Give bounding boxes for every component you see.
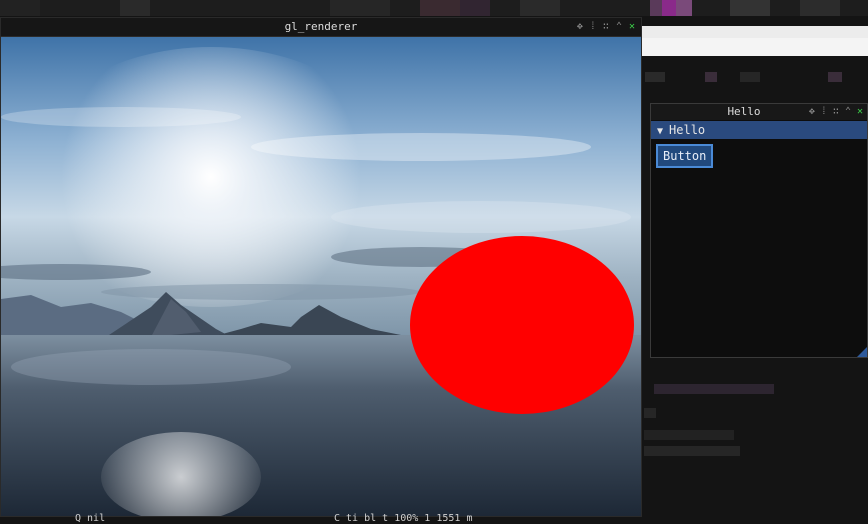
renderer-title: gl_renderer <box>284 20 358 33</box>
grid-icon[interactable]: ∷ <box>833 106 839 118</box>
white-bar <box>642 38 868 56</box>
pixel-block <box>642 26 868 38</box>
grid-icon[interactable]: ∷ <box>603 21 609 33</box>
resize-grip[interactable] <box>857 347 867 357</box>
renderer-titlebar[interactable]: gl_renderer ✥ ⁞ ∷ ⌃ ✕ <box>1 18 641 37</box>
close-icon[interactable]: ✕ <box>629 21 635 33</box>
pixel-block <box>644 430 734 440</box>
pixel-block <box>644 446 740 456</box>
pixel-block <box>705 72 717 82</box>
close-icon[interactable]: ✕ <box>857 106 863 118</box>
pixel-block <box>654 384 774 394</box>
renderer-window[interactable]: gl_renderer ✥ ⁞ ∷ ⌃ ✕ <box>0 17 642 517</box>
hello-header-label: Hello <box>669 123 706 137</box>
hello-button[interactable]: Button <box>656 144 714 168</box>
move-icon[interactable]: ✥ <box>809 106 815 118</box>
pixel-block <box>645 72 665 82</box>
hello-collapsing-header[interactable]: ▼ Hello <box>651 121 867 139</box>
render-viewport[interactable] <box>1 37 641 516</box>
red-ellipse <box>410 236 634 414</box>
pixel-block <box>828 72 842 82</box>
triangle-down-icon: ▼ <box>657 126 664 137</box>
scene-image <box>1 37 641 516</box>
top-strip <box>0 0 868 16</box>
move-icon[interactable]: ✥ <box>577 21 583 33</box>
dock-icon[interactable]: ⁞ <box>590 21 596 33</box>
dock-icon[interactable]: ⁞ <box>821 106 827 118</box>
pixel-block <box>644 408 656 418</box>
collapse-icon[interactable]: ⌃ <box>616 21 622 33</box>
hello-titlebar[interactable]: Hello ✥ ⁞ ∷ ⌃ ✕ <box>651 104 867 120</box>
pixel-block <box>740 72 760 82</box>
hello-window[interactable]: Hello ✥ ⁞ ∷ ⌃ ✕ ▼ Hello Button <box>650 103 868 358</box>
collapse-icon[interactable]: ⌃ <box>845 106 851 118</box>
